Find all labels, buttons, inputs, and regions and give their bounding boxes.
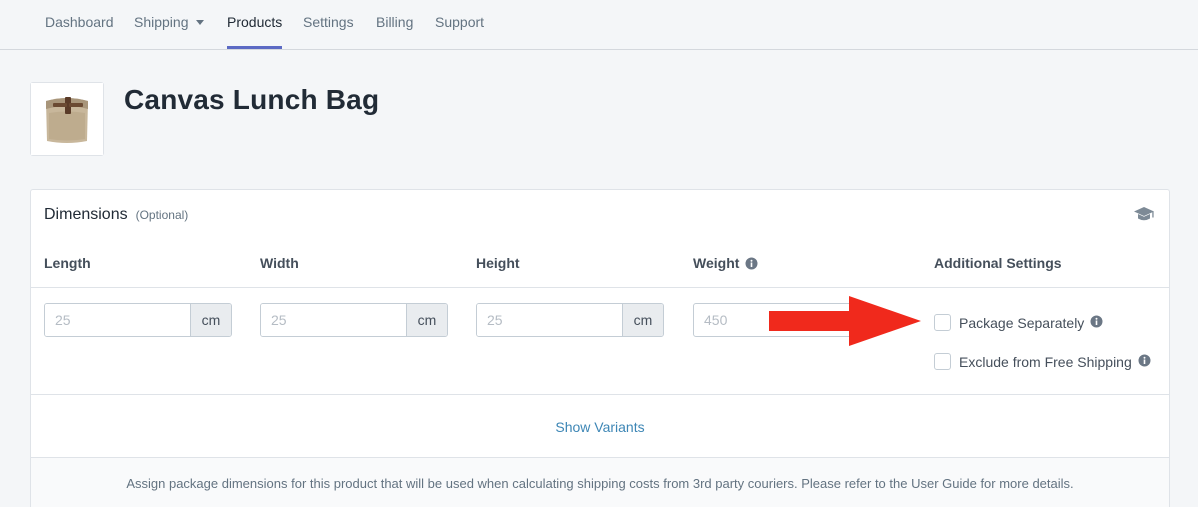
show-variants-link-row: Show Variants <box>31 419 1169 435</box>
info-icon[interactable] <box>1138 354 1151 370</box>
chevron-down-icon <box>195 20 204 25</box>
info-icon[interactable] <box>745 257 758 273</box>
nav-shipping[interactable]: Shipping <box>134 0 204 50</box>
page-title: Canvas Lunch Bag <box>124 84 380 115</box>
red-arrow-annotation <box>769 296 921 346</box>
package-separately-checkbox[interactable] <box>934 314 951 331</box>
width-label: Width <box>260 255 299 271</box>
length-input[interactable] <box>45 304 190 336</box>
length-input-group: cm <box>44 303 232 337</box>
lunch-bag-image <box>31 83 103 155</box>
exclude-free-shipping-option[interactable]: Exclude from Free Shipping <box>934 353 1151 370</box>
height-input-group: cm <box>476 303 664 337</box>
height-input[interactable] <box>477 304 622 336</box>
divider <box>31 394 1169 395</box>
weight-label: Weight <box>693 255 758 273</box>
height-unit: cm <box>622 304 663 336</box>
width-input[interactable] <box>261 304 406 336</box>
exclude-free-shipping-checkbox[interactable] <box>934 353 951 370</box>
product-thumbnail <box>30 82 104 156</box>
card-title: Dimensions (Optional) <box>44 206 188 224</box>
optional-label: (Optional) <box>135 208 189 222</box>
top-nav: Dashboard Shipping Products Settings Bil… <box>0 0 1198 50</box>
nav-settings[interactable]: Settings <box>303 0 354 50</box>
divider <box>31 287 1169 288</box>
width-unit: cm <box>406 304 447 336</box>
exclude-free-shipping-label: Exclude from Free Shipping <box>959 353 1132 370</box>
nav-dashboard[interactable]: Dashboard <box>45 0 114 50</box>
info-icon[interactable] <box>1090 315 1103 331</box>
nav-billing[interactable]: Billing <box>376 0 413 50</box>
graduation-cap-icon[interactable] <box>1133 206 1155 227</box>
package-separately-label: Package Separately <box>959 314 1085 331</box>
length-unit: cm <box>190 304 231 336</box>
package-separately-option[interactable]: Package Separately <box>934 314 1103 331</box>
nav-shipping-label: Shipping <box>134 14 189 30</box>
width-input-group: cm <box>260 303 448 337</box>
card-footer: Assign package dimensions for this produ… <box>31 458 1169 507</box>
additional-settings-label: Additional Settings <box>934 255 1062 271</box>
nav-products[interactable]: Products <box>227 0 283 50</box>
weight-label-text: Weight <box>693 255 740 271</box>
dimensions-card: Dimensions (Optional) Length Width Height… <box>30 189 1170 507</box>
height-label: Height <box>476 255 520 271</box>
nav-support[interactable]: Support <box>435 0 484 50</box>
card-title-text: Dimensions <box>44 206 128 223</box>
show-variants-link[interactable]: Show Variants <box>555 419 644 435</box>
length-label: Length <box>44 255 91 271</box>
footer-help-text: Assign package dimensions for this produ… <box>126 476 1074 491</box>
